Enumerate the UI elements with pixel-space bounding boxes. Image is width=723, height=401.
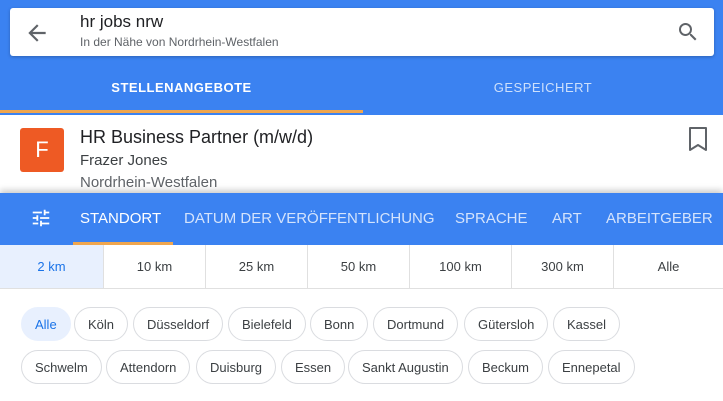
search-icon[interactable] — [676, 20, 700, 44]
distance-option[interactable]: 10 km — [104, 245, 206, 288]
tab-gespeichert[interactable]: GESPEICHERT — [363, 64, 723, 112]
job-title[interactable]: HR Business Partner (m/w/d) — [80, 127, 313, 148]
tune-icon[interactable] — [30, 207, 52, 229]
job-location: Nordrhein-Westfalen — [80, 174, 218, 191]
main-tabs: STELLENANGEBOTE GESPEICHERT — [0, 64, 723, 112]
city-chip[interactable]: Duisburg — [196, 350, 277, 384]
city-chip[interactable]: Bielefeld — [228, 307, 306, 341]
filter-tab-standort[interactable]: STANDORT — [80, 193, 161, 245]
company-logo: F — [20, 128, 64, 172]
city-chip[interactable]: Köln — [74, 307, 129, 341]
filter-tab-sprache[interactable]: SPRACHE — [455, 193, 528, 245]
tab-stellenangebote[interactable]: STELLENANGEBOTE — [0, 64, 363, 112]
filter-bar: STANDORT DATUM DER VERÖFFENTLICHUNG SPRA… — [0, 193, 723, 245]
city-chip[interactable]: Kassel — [553, 307, 621, 341]
city-chip[interactable]: Gütersloh — [464, 307, 549, 341]
distance-selector: 2 km 10 km 25 km 50 km 100 km 300 km All… — [0, 245, 723, 289]
arrow-back-icon[interactable] — [24, 20, 50, 46]
city-chip[interactable]: Alle — [21, 307, 71, 341]
filter-tab-arbeitgeber[interactable]: ARBEITGEBER — [606, 193, 713, 245]
city-chip[interactable]: Schwelm — [21, 350, 102, 384]
city-chip[interactable]: Dortmund — [373, 307, 459, 341]
location-hint: In der Nähe von Nordrhein-Westfalen — [80, 35, 279, 49]
job-card[interactable]: F HR Business Partner (m/w/d) Frazer Jon… — [0, 115, 723, 195]
city-chip[interactable]: Düsseldorf — [133, 307, 224, 341]
job-company: Frazer Jones — [80, 152, 168, 169]
city-chip[interactable]: Attendorn — [106, 350, 191, 384]
filter-tab-datum[interactable]: DATUM DER VERÖFFENTLICHUNG — [184, 193, 435, 245]
city-chip[interactable]: Ennepetal — [548, 350, 635, 384]
city-chip[interactable]: Beckum — [468, 350, 543, 384]
distance-option[interactable]: Alle — [614, 245, 723, 288]
city-chip[interactable]: Essen — [281, 350, 346, 384]
app-header: hr jobs nrw In der Nähe von Nordrhein-We… — [0, 0, 723, 115]
city-chip[interactable]: Bonn — [310, 307, 369, 341]
filter-tab-art[interactable]: ART — [552, 193, 582, 245]
city-chip[interactable]: Sankt Augustin — [348, 350, 463, 384]
bookmark-outline-icon[interactable] — [687, 126, 709, 152]
distance-option[interactable]: 25 km — [206, 245, 308, 288]
city-chips: Alle Köln Düsseldorf Bielefeld Bonn Dort… — [0, 289, 723, 401]
active-tab-indicator — [0, 110, 363, 113]
distance-option[interactable]: 300 km — [512, 245, 614, 288]
search-query[interactable]: hr jobs nrw — [80, 12, 163, 32]
search-box[interactable]: hr jobs nrw In der Nähe von Nordrhein-We… — [10, 8, 714, 56]
distance-option[interactable]: 2 km — [0, 245, 104, 288]
distance-option[interactable]: 50 km — [308, 245, 410, 288]
distance-option[interactable]: 100 km — [410, 245, 512, 288]
